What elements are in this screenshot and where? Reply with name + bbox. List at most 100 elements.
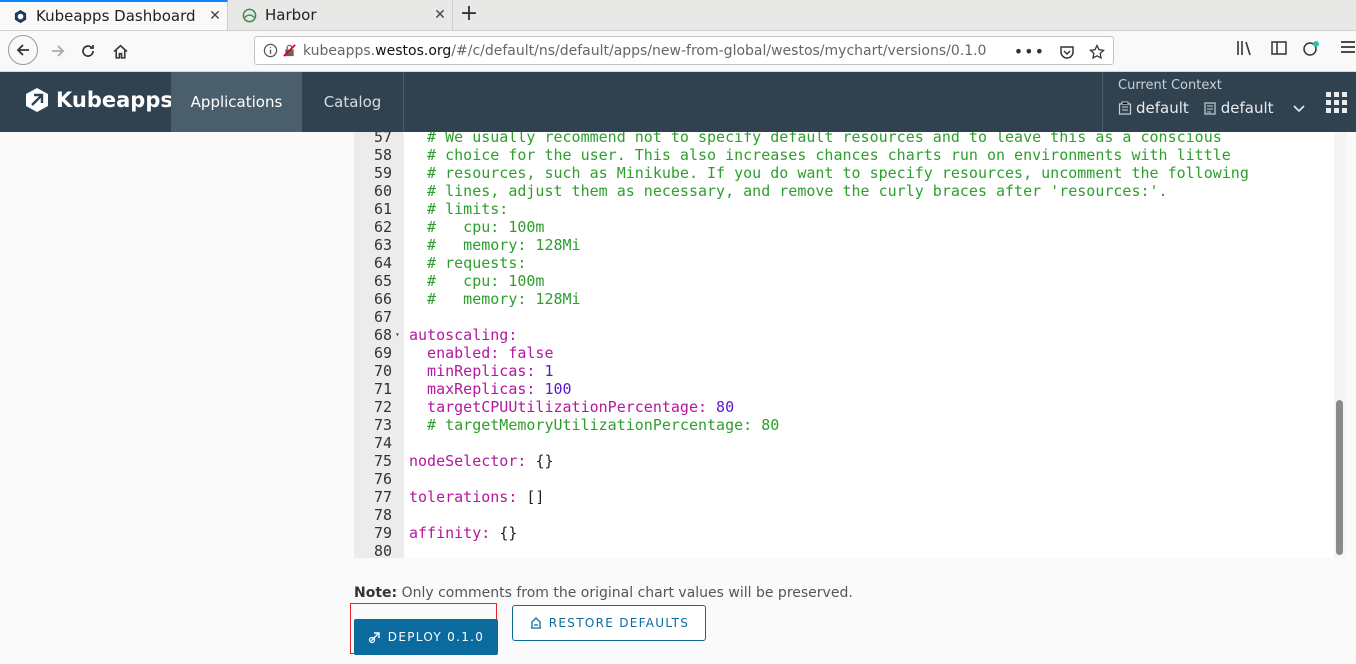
tab-kubeapps-dashboard[interactable]: Kubeapps Dashboard ✕: [0, 0, 228, 30]
chevron-down-icon: [1292, 105, 1305, 113]
url-text: kubeapps.westos.org/#/c/default/ns/defau…: [303, 42, 987, 59]
hamburger-menu-icon[interactable]: [1340, 39, 1356, 55]
editor-line: 67: [354, 308, 1334, 326]
browser-nav-bar: kubeapps.westos.org/#/c/default/ns/defau…: [0, 31, 1356, 72]
line-number: 66: [373, 290, 392, 308]
editor-line: 80: [354, 542, 1334, 558]
line-number: 79: [373, 524, 392, 542]
app-grid-icon[interactable]: [1326, 92, 1347, 117]
deploy-label: DEPLOY 0.1.0: [387, 630, 485, 644]
editor-line: 73 # targetMemoryUtilizationPercentage: …: [354, 416, 1334, 434]
address-bar[interactable]: kubeapps.westos.org/#/c/default/ns/defau…: [254, 36, 1114, 65]
restore-icon: [530, 617, 541, 629]
line-number: 67: [373, 308, 392, 326]
editor-line: 57 # We usually recommend not to specify…: [354, 132, 1334, 146]
line-number: 73: [373, 416, 392, 434]
nav-applications[interactable]: Applications: [171, 72, 302, 132]
close-tab-icon[interactable]: ✕: [428, 7, 452, 23]
close-tab-icon[interactable]: ✕: [203, 8, 227, 24]
yaml-key: affinity:: [409, 524, 500, 542]
code-key-value: minReplicas: 1: [409, 362, 554, 380]
restore-label: RESTORE DEFAULTS: [548, 616, 690, 630]
harbor-favicon-icon: [241, 7, 257, 23]
kubeapps-logo-icon: [26, 88, 48, 112]
page-actions-icon[interactable]: •••: [1014, 42, 1045, 61]
kubeapps-favicon-icon: [12, 8, 28, 24]
code-key-value: affinity: {}: [409, 524, 517, 542]
editor-line: 71 maxReplicas: 100: [354, 380, 1334, 398]
library-icon[interactable]: [1236, 39, 1254, 57]
pocket-icon[interactable]: [1059, 44, 1075, 60]
code-key-value: maxReplicas: 100: [409, 380, 572, 398]
info-icon: [263, 43, 278, 58]
editor-line: 58 # choice for the user. This also incr…: [354, 146, 1334, 164]
editor-line: 68 ▾ autoscaling:: [354, 326, 1334, 344]
line-number: 65: [373, 272, 392, 290]
editor-line: 59 # resources, such as Minikube. If you…: [354, 164, 1334, 182]
yaml-value: 1: [544, 362, 554, 380]
tab-harbor[interactable]: Harbor ✕: [229, 0, 453, 30]
extension-icon[interactable]: [1301, 39, 1321, 59]
home-button[interactable]: [106, 37, 134, 65]
line-number: 60: [373, 182, 392, 200]
editor-line: 63 # memory: 128Mi: [354, 236, 1334, 254]
line-number: 78: [373, 506, 392, 524]
code-comment: # lines, adjust them as necessary, and r…: [409, 182, 1168, 200]
context-cluster: default: [1136, 99, 1189, 117]
arrow-left-icon: [16, 44, 29, 56]
yaml-value: 100: [544, 380, 572, 398]
editor-line: 69 enabled: false: [354, 344, 1334, 362]
line-number: 61: [373, 200, 392, 218]
restore-defaults-button[interactable]: RESTORE DEFAULTS: [512, 605, 706, 641]
code-key-value: nodeSelector: {}: [409, 452, 554, 470]
editor-line: 72 targetCPUUtilizationPercentage: 80: [354, 398, 1334, 416]
browser-tab-bar: Kubeapps Dashboard ✕ Harbor ✕ +: [0, 0, 1356, 31]
line-number: 70: [373, 362, 392, 380]
line-number: 62: [373, 218, 392, 236]
code-comment: # memory: 128Mi: [409, 290, 581, 308]
yaml-key: targetCPUUtilizationPercentage:: [409, 398, 717, 416]
reload-icon: [82, 45, 94, 57]
reload-button[interactable]: [74, 37, 102, 65]
nav-catalog[interactable]: Catalog: [302, 72, 404, 132]
editor-line: 64 # requests:: [354, 254, 1334, 272]
tab-title: Kubeapps Dashboard: [36, 7, 196, 25]
context-namespace: default: [1220, 99, 1274, 117]
editor-line: 66 # memory: 128Mi: [354, 290, 1334, 308]
code-comment: # choice for the user. This also increas…: [409, 146, 1231, 164]
deploy-button[interactable]: DEPLOY 0.1.0: [354, 619, 498, 655]
line-number: 58: [373, 146, 392, 164]
line-number: 75: [373, 452, 392, 470]
fold-toggle-icon[interactable]: ▾: [395, 326, 400, 344]
editor-line: 74: [354, 434, 1334, 452]
arrow-right-icon: [52, 45, 65, 57]
yaml-value: false: [508, 344, 554, 362]
kubeapps-logo[interactable]: Kubeapps: [24, 87, 173, 113]
editor-line: 70 minReplicas: 1: [354, 362, 1334, 380]
line-number: 76: [373, 470, 392, 488]
context-selector[interactable]: Current Context default default: [1102, 72, 1313, 132]
code-key-value: targetCPUUtilizationPercentage: 80: [409, 398, 734, 416]
code-comment: # cpu: 100m: [409, 218, 545, 236]
app-header: Kubeapps Applications Catalog Current Co…: [0, 72, 1356, 132]
yaml-key: maxReplicas:: [409, 380, 545, 398]
values-editor[interactable]: 57 # We usually recommend not to specify…: [354, 132, 1346, 558]
yaml-value: {}: [499, 524, 518, 542]
code-comment: # requests:: [409, 254, 527, 272]
line-number: 74: [373, 434, 392, 452]
editor-line: 65 # cpu: 100m: [354, 272, 1334, 290]
code-key-value: tolerations: []: [409, 488, 544, 506]
line-number: 57: [373, 132, 392, 146]
code-key-value: enabled: false: [409, 344, 554, 362]
new-tab-button[interactable]: +: [456, 2, 482, 28]
yaml-value: []: [526, 488, 545, 506]
editor-line: 76: [354, 470, 1334, 488]
bookmark-star-icon[interactable]: [1089, 43, 1105, 60]
context-label: Current Context: [1118, 78, 1222, 93]
back-button[interactable]: [8, 35, 38, 65]
sidebar-icon[interactable]: [1270, 39, 1288, 57]
forward-button[interactable]: [44, 37, 72, 65]
editor-scrollbar-thumb[interactable]: [1336, 400, 1343, 555]
line-number: 80: [373, 542, 392, 558]
yaml-key: autoscaling:: [409, 326, 518, 344]
